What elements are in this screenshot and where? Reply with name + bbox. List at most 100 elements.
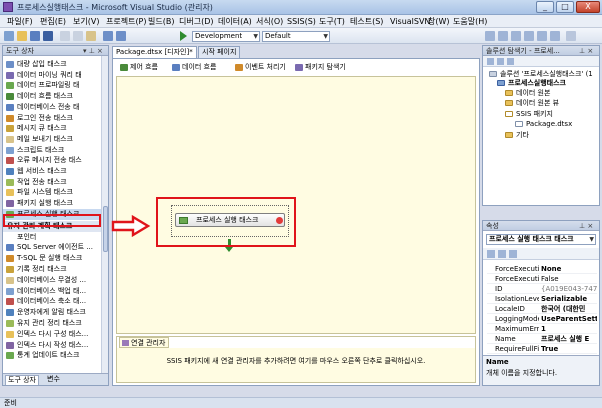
property-row[interactable]: MaximumErro 1 bbox=[487, 324, 597, 334]
toolbox-item[interactable]: 데이터 마이닝 쿼리 태 bbox=[3, 70, 101, 81]
menu-data[interactable]: 데이터(A) bbox=[218, 16, 252, 27]
toolbox-item[interactable]: 스크립트 태스크 bbox=[3, 145, 101, 156]
property-value[interactable]: False bbox=[541, 274, 597, 283]
toolbox-item[interactable]: 메일 보내기 태스크 bbox=[3, 134, 101, 145]
object-browser-icon[interactable] bbox=[524, 31, 534, 41]
property-value[interactable]: True bbox=[541, 344, 597, 353]
tab-data-flow[interactable]: 데이터 흐름 bbox=[171, 62, 216, 73]
menu-project[interactable]: 프로젝트(P) bbox=[106, 16, 147, 27]
property-row[interactable]: IsolationLevel Serializable bbox=[487, 294, 597, 304]
toolbox-item[interactable]: 로그인 전송 태스크 bbox=[3, 113, 101, 124]
menu-visualsvn[interactable]: VisualSVN bbox=[390, 16, 430, 27]
property-row[interactable]: LoggingMode UseParentSett bbox=[487, 314, 597, 324]
tab-variables[interactable]: 변수 bbox=[45, 375, 62, 385]
pin-icon[interactable]: ▾ ⊥ × bbox=[83, 46, 103, 56]
toolbox-item[interactable]: 데이터베이스 무결성 ... bbox=[3, 275, 101, 286]
toolbox-item[interactable]: 오류 메시지 전송 태스 bbox=[3, 155, 101, 166]
tab-event-handlers[interactable]: 이벤트 처리기 bbox=[234, 62, 286, 73]
property-value[interactable]: 프로세스 실행 E bbox=[541, 334, 597, 343]
tree-data-source-views[interactable]: 데이터 원본 뷰 bbox=[505, 99, 559, 108]
tab-connection-managers[interactable]: 연결 관리자 bbox=[119, 337, 170, 348]
properties-icon[interactable] bbox=[511, 31, 521, 41]
cut-icon[interactable] bbox=[60, 31, 70, 41]
copy-icon[interactable] bbox=[73, 31, 83, 41]
undo-icon[interactable] bbox=[103, 31, 113, 41]
property-value[interactable]: 한국어 (대한민 bbox=[541, 304, 597, 313]
toolbox-item[interactable]: 통계 업데이트 태스크 bbox=[3, 350, 101, 361]
solution-platform-select[interactable]: Default ▼ bbox=[262, 31, 330, 42]
menu-file[interactable]: 파일(F) bbox=[7, 16, 33, 27]
toolbox-item[interactable]: 데이터 흐름 태스크 bbox=[3, 91, 101, 102]
pin-icon[interactable]: ⊥ × bbox=[579, 221, 593, 231]
menu-view[interactable]: 보기(V) bbox=[73, 16, 99, 27]
find-icon[interactable] bbox=[485, 31, 495, 41]
toolbox-item[interactable]: 데이터베이스 백업 태... bbox=[3, 286, 101, 297]
property-row[interactable]: ForceExecutionFalse bbox=[487, 274, 597, 284]
minimize-button[interactable]: _ bbox=[536, 1, 554, 13]
property-value[interactable]: UseParentSett bbox=[541, 314, 597, 323]
toolbox-item[interactable]: 파일 시스템 태스크 bbox=[3, 187, 101, 198]
toolbox-item[interactable]: 데이터베이스 전송 태 bbox=[3, 102, 101, 113]
toolbox-item[interactable]: SQL Server 에이전트 ... bbox=[3, 242, 101, 253]
toolbox-item[interactable]: 포인터 bbox=[3, 232, 101, 243]
open-icon[interactable] bbox=[17, 31, 27, 41]
maximize-button[interactable]: □ bbox=[556, 1, 574, 13]
tab-start-page[interactable]: 시작 페이지 bbox=[198, 46, 241, 58]
toolbox-scroll-thumb[interactable] bbox=[103, 206, 108, 252]
tab-control-flow[interactable]: 제어 흐름 bbox=[119, 62, 158, 73]
property-row[interactable]: RequireFullFileTrue bbox=[487, 344, 597, 354]
menu-edit[interactable]: 편집(E) bbox=[40, 16, 66, 27]
property-value[interactable]: 1 bbox=[541, 324, 597, 333]
toolbox-item[interactable]: 작업 전송 태스크 bbox=[3, 177, 101, 188]
solution-configuration-select[interactable]: Development ▼ bbox=[192, 31, 260, 42]
toolbox-item[interactable]: 기록 정리 태스크 bbox=[3, 264, 101, 275]
menu-tools[interactable]: 도구(T) bbox=[319, 16, 345, 27]
menu-format[interactable]: 서식(O) bbox=[256, 16, 283, 27]
solution-explorer-icon[interactable] bbox=[498, 31, 508, 41]
property-value[interactable]: Serializable bbox=[541, 294, 597, 303]
new-project-icon[interactable] bbox=[4, 31, 14, 41]
property-row[interactable]: ForceExecutionNone bbox=[487, 264, 597, 274]
toolbox-item[interactable]: 데이터베이스 축소 태... bbox=[3, 296, 101, 307]
save-all-icon[interactable] bbox=[43, 31, 53, 41]
pin-icon[interactable]: ⊥ × bbox=[579, 46, 593, 56]
toolbox-item[interactable]: 인덱스 다시 구성 태스... bbox=[3, 329, 101, 340]
toolbox-icon[interactable] bbox=[537, 31, 547, 41]
toolbox-item[interactable]: 유지 관리 정리 태스크 bbox=[3, 318, 101, 329]
menu-build[interactable]: 빌드(B) bbox=[148, 16, 174, 27]
toolbox-item[interactable]: 웹 서비스 태스크 bbox=[3, 166, 101, 177]
menu-help[interactable]: 도움말(H) bbox=[453, 16, 487, 27]
toolbox-item[interactable]: 인덱스 다시 작성 태스... bbox=[3, 340, 101, 351]
toolbox-item[interactable]: 패키지 실행 태스크 bbox=[3, 198, 101, 209]
property-row[interactable]: Name 프로세스 실행 E bbox=[487, 334, 597, 344]
alphabetical-icon[interactable] bbox=[498, 250, 506, 258]
property-value[interactable]: {A019E043-747 bbox=[541, 284, 597, 293]
refresh-icon[interactable] bbox=[507, 58, 514, 65]
tree-project[interactable]: 프로세스실행태스크 bbox=[497, 79, 566, 88]
toolbox-scrollbar[interactable] bbox=[101, 56, 108, 373]
categorized-icon[interactable] bbox=[487, 250, 495, 258]
tree-miscellaneous[interactable]: 기타 bbox=[505, 131, 529, 140]
save-icon[interactable] bbox=[30, 31, 40, 41]
menu-ssis[interactable]: SSIS(S) bbox=[287, 16, 316, 27]
property-row[interactable]: LocaleID 한국어 (대한민 bbox=[487, 304, 597, 314]
start-debugging-icon[interactable] bbox=[180, 31, 187, 41]
connection-managers-area[interactable]: 연결 관리자 SSIS 패키지에 새 연결 관리자를 추가하려면 여기를 마우스… bbox=[116, 336, 476, 383]
tree-package-dtsx[interactable]: Package.dtsx bbox=[515, 120, 572, 129]
toolbox-item[interactable]: T-SQL 문 실행 태스크 bbox=[3, 253, 101, 264]
tab-package-designer[interactable]: Package.dtsx [디자인]* bbox=[112, 46, 197, 58]
property-row[interactable]: ID {A019E043-747 bbox=[487, 284, 597, 294]
tab-toolbox[interactable]: 도구 상자 bbox=[5, 375, 39, 385]
toolbox-item[interactable]: 메시지 큐 태스크 bbox=[3, 123, 101, 134]
close-button[interactable]: X bbox=[576, 1, 600, 13]
menu-debug[interactable]: 디버그(D) bbox=[179, 16, 213, 27]
tab-package-explorer[interactable]: 패키지 탐색기 bbox=[294, 62, 346, 73]
properties-object-select[interactable]: 프로세스 실행 태스크 태스크 ▼ bbox=[486, 234, 596, 245]
toolbox-item[interactable]: 운영자에게 알림 태스크 bbox=[3, 307, 101, 318]
toolbox-item[interactable]: 대량 삽입 태스크 bbox=[3, 59, 101, 70]
show-all-files-icon[interactable] bbox=[497, 58, 504, 65]
tree-data-sources[interactable]: 데이터 원본 bbox=[505, 89, 550, 98]
toolbox-item[interactable]: 데이터 프로파일링 태 bbox=[3, 80, 101, 91]
tree-ssis-packages[interactable]: SSIS 패키지 bbox=[505, 110, 553, 119]
toolbar-options-icon[interactable] bbox=[566, 31, 576, 41]
